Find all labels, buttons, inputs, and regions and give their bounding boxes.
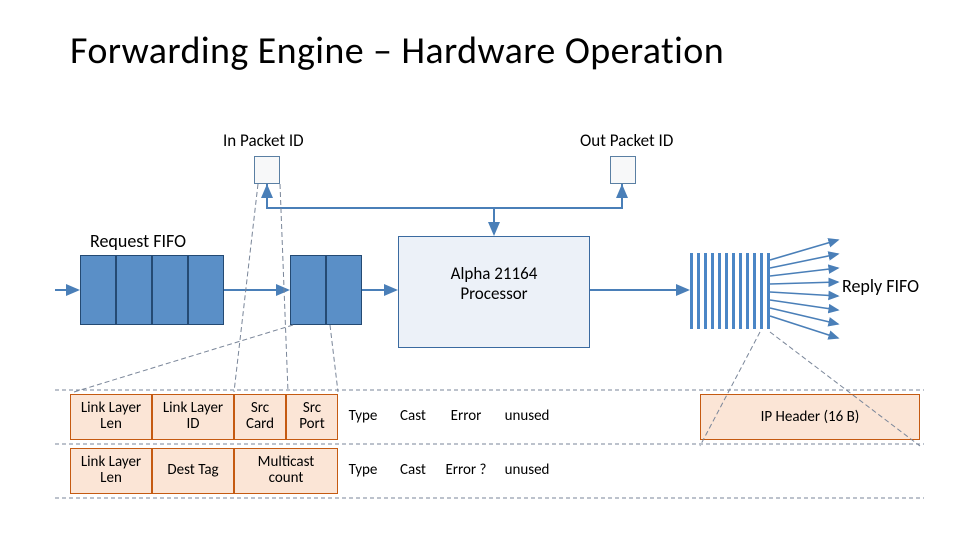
cell-multicast-count: Multicast count xyxy=(234,448,338,494)
register-in xyxy=(254,156,280,184)
request-fifo-slot xyxy=(188,255,224,325)
reply-fifo-slot xyxy=(746,253,749,329)
cell-ip-header: IP Header (16 B) xyxy=(700,394,920,440)
reply-fifo-slot xyxy=(704,253,707,329)
cell-link-layer-id: Link Layer ID xyxy=(152,394,234,440)
cell-error-q: Error ? xyxy=(438,448,494,494)
label-reply-fifo: Reply FIFO xyxy=(842,275,919,297)
register-out xyxy=(610,156,636,184)
cell-error: Error xyxy=(438,394,494,440)
cell-cast: Cast xyxy=(388,448,438,494)
cell-type: Type xyxy=(338,448,388,494)
reply-fifo-slot xyxy=(711,253,714,329)
cell-cast: Cast xyxy=(388,394,438,440)
cell-link-layer-len: Link Layer Len xyxy=(70,448,152,494)
reply-fifo-slot xyxy=(753,253,756,329)
reply-fifo-slot xyxy=(690,253,693,329)
reply-fifo-slot xyxy=(739,253,742,329)
cell-dest-tag: Dest Tag xyxy=(152,448,234,494)
request-fifo-slot xyxy=(290,255,326,325)
reply-fifo-slot xyxy=(767,253,770,329)
reply-fifo-slot xyxy=(725,253,728,329)
label-request-fifo: Request FIFO xyxy=(90,230,186,252)
reply-fifo-slot xyxy=(697,253,700,329)
cell-link-layer-len: Link Layer Len xyxy=(70,394,152,440)
cell-unused: unused xyxy=(494,394,560,440)
reply-fifo-slot xyxy=(760,253,763,329)
cell-unused: unused xyxy=(494,448,560,494)
cell-type: Type xyxy=(338,394,388,440)
packet-out-row: Link Layer Len Dest Tag Multicast count … xyxy=(70,448,560,494)
label-out-packet-id: Out Packet ID xyxy=(580,130,673,151)
cell-src-card: Src Card xyxy=(234,394,286,440)
reply-fifo-slot xyxy=(718,253,721,329)
request-fifo-slot xyxy=(152,255,188,325)
page-title: Forwarding Engine – Hardware Operation xyxy=(70,28,724,74)
request-fifo-slot xyxy=(326,255,362,325)
request-fifo-slot xyxy=(80,255,116,325)
cell-src-port: Src Port xyxy=(286,394,338,440)
label-in-packet-id: In Packet ID xyxy=(223,130,304,151)
label-processor: Alpha 21164 Processor xyxy=(435,264,553,303)
reply-fifo-slot xyxy=(732,253,735,329)
request-fifo-slot xyxy=(116,255,152,325)
packet-in-row: Link Layer Len Link Layer ID Src Card Sr… xyxy=(70,394,560,440)
